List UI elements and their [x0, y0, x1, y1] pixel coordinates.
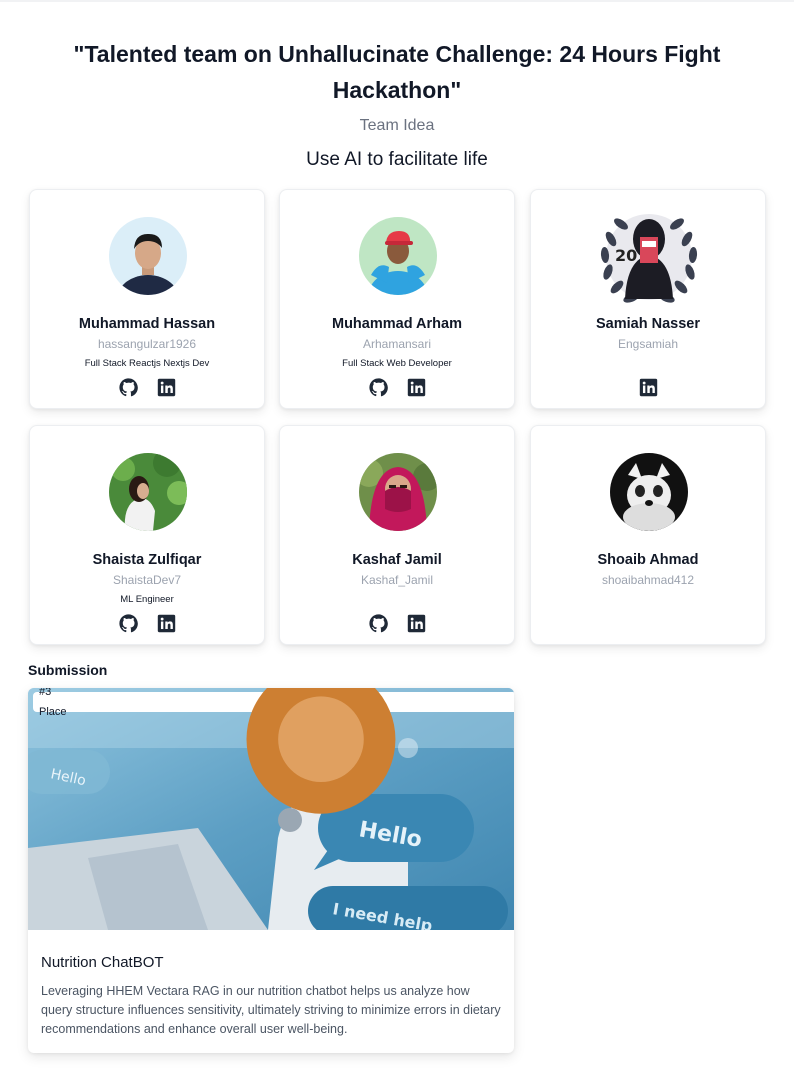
avatar [109, 453, 187, 531]
social-links [30, 378, 264, 400]
linkedin-icon[interactable] [157, 378, 176, 397]
submission-description: Leveraging HHEM Vectara RAG in our nutri… [41, 984, 501, 1036]
place-badge: #3 Place [33, 688, 514, 814]
member-card-shoaib-ahmad: Shoaib Ahmad shoaibahmad412 [530, 425, 766, 645]
avatar: 20 [591, 199, 707, 315]
github-icon[interactable] [368, 378, 388, 397]
team-idea-label: Team Idea [359, 117, 435, 134]
team-idea-text: Use AI to facilitate life [306, 149, 488, 170]
social-links [280, 614, 514, 636]
member-handle: hassangulzar1926 [97, 337, 197, 351]
submission-card[interactable]: Hello Hello I need help #3 Place Nutriti… [28, 688, 514, 1053]
social-links [30, 614, 264, 636]
place-badge-label: #3 Place [39, 688, 67, 718]
github-icon[interactable] [368, 614, 388, 633]
avatar [109, 217, 187, 295]
member-role: ML Engineer [120, 594, 174, 605]
linkedin-icon[interactable] [157, 614, 176, 633]
svg-text:20: 20 [615, 246, 637, 265]
member-name: Muhammad Hassan [78, 316, 216, 332]
member-role: Full Stack Web Developer [342, 358, 452, 369]
member-handle: ShaistaDev7 [112, 573, 182, 587]
member-name: Muhammad Arham [332, 316, 462, 332]
top-divider [0, 0, 794, 2]
member-card-muhammad-arham: Muhammad Arham Arhamansari Full Stack We… [279, 189, 515, 409]
member-handle: Arhamansari [362, 337, 432, 351]
linkedin-icon[interactable] [407, 614, 426, 633]
social-links [280, 378, 514, 400]
github-icon[interactable] [118, 614, 138, 633]
member-handle: Kashaf_Jamil [360, 573, 434, 587]
avatar [359, 453, 437, 531]
member-role: Full Stack Reactjs Nextjs Dev [84, 358, 210, 369]
submission-title: Nutrition ChatBOT [41, 954, 164, 971]
avatar [359, 217, 437, 295]
member-name: Shaista Zulfiqar [92, 552, 202, 568]
help-bubble: I need help [308, 886, 508, 930]
github-icon[interactable] [118, 378, 138, 397]
member-name: Kashaf Jamil [352, 552, 442, 568]
member-handle: Engsamiah [617, 337, 679, 351]
submission-image: Hello Hello I need help #3 Place [28, 688, 514, 930]
member-card-kashaf-jamil: Kashaf Jamil Kashaf_Jamil [279, 425, 515, 645]
member-card-samiah-nasser: 20 Samiah Nasser Engsamiah [530, 189, 766, 409]
linkedin-icon[interactable] [407, 378, 426, 397]
member-card-shaista-zulfiqar: Shaista Zulfiqar ShaistaDev7 ML Engineer [29, 425, 265, 645]
page-title: "Talented team on Unhallucinate Challeng… [73, 41, 721, 103]
social-links [531, 378, 765, 400]
bronze-medal-icon [246, 688, 395, 814]
member-name: Samiah Nasser [596, 316, 700, 332]
avatar [610, 453, 688, 531]
member-card-muhammad-hassan: Muhammad Hassan hassangulzar1926 Full St… [29, 189, 265, 409]
submission-heading: Submission [28, 662, 108, 678]
linkedin-icon[interactable] [639, 378, 658, 397]
member-handle: shoaibahmad412 [601, 573, 695, 587]
member-name: Shoaib Ahmad [597, 552, 699, 568]
